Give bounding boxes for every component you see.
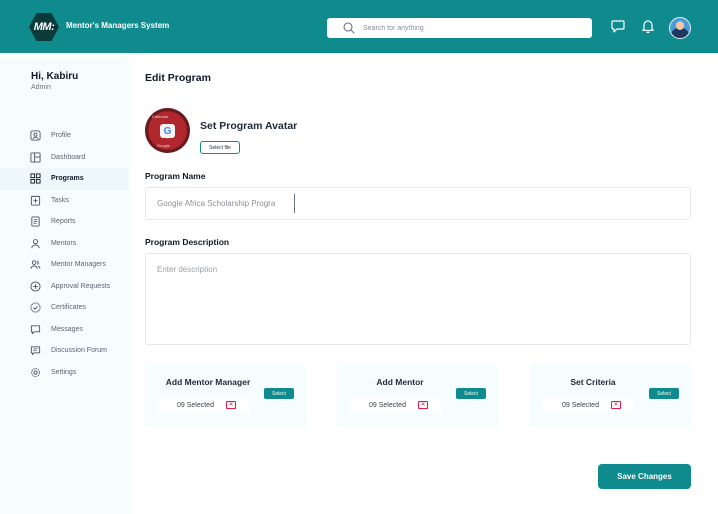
selected-count-pill: 09 Selected ✕ <box>157 398 249 412</box>
selected-count-pill: 09 Selected ✕ <box>542 398 634 412</box>
set-criteria-card: Set Criteria 09 Selected ✕ Select <box>530 363 691 427</box>
sidebar-item-tasks[interactable]: Tasks <box>0 190 129 212</box>
sidebar-item-label: Tasks <box>51 196 69 204</box>
sidebar-item-certificates[interactable]: Certificates <box>0 297 129 319</box>
chat-icon[interactable] <box>610 18 626 34</box>
sidebar-item-dashboard[interactable]: Dashboard <box>0 147 129 169</box>
sidebar: Hi, Kabiru Admin Profile Dashboard Progr… <box>0 53 129 514</box>
selected-count: 09 Selected <box>177 401 214 409</box>
program-description-input[interactable] <box>145 253 691 345</box>
sidebar-item-mentor-managers[interactable]: Mentor Managers <box>0 254 129 276</box>
sidebar-item-settings[interactable]: Settings <box>0 362 129 384</box>
sidebar-item-label: Mentor Managers <box>51 261 106 269</box>
bell-icon[interactable] <box>640 18 656 34</box>
dashboard-icon <box>30 152 41 163</box>
selected-count: 09 Selected <box>369 401 406 409</box>
top-bar: MM: Mentor's Managers System <box>0 0 718 53</box>
program-avatar-image: Calendar G Google <box>145 108 190 153</box>
sidebar-item-approval-requests[interactable]: Approval Requests <box>0 276 129 298</box>
message-icon <box>30 325 41 334</box>
save-changes-button[interactable]: Save Changes <box>598 464 691 489</box>
user-greeting: Hi, Kabiru <box>31 71 79 82</box>
sidebar-item-label: Mentors <box>51 239 77 247</box>
search-input[interactable] <box>363 24 563 32</box>
card-title: Set Criteria <box>570 377 616 387</box>
sidebar-item-label: Discussion Forum <box>51 347 108 355</box>
users-icon <box>30 260 41 270</box>
card-title: Add Mentor <box>376 377 424 387</box>
programs-icon <box>30 173 41 184</box>
sidebar-nav: Profile Dashboard Programs Tasks Reports… <box>0 125 129 383</box>
sidebar-item-label: Certificates <box>51 304 87 312</box>
gear-icon <box>31 367 40 377</box>
search-bar[interactable] <box>327 18 592 38</box>
sidebar-item-programs[interactable]: Programs <box>0 168 129 190</box>
program-name-input[interactable] <box>145 187 691 220</box>
set-avatar-label: Set Program Avatar <box>200 120 298 132</box>
sidebar-item-label: Dashboard <box>51 153 86 161</box>
sidebar-item-label: Settings <box>51 368 77 376</box>
tasks-icon <box>30 195 41 206</box>
user-square-icon <box>30 130 41 141</box>
user-icon <box>31 238 40 248</box>
clear-selection-icon[interactable]: ✕ <box>611 401 621 409</box>
sidebar-item-label: Profile <box>51 132 71 140</box>
avatar-image-text: Google <box>157 143 170 148</box>
logo[interactable]: MM: <box>29 13 59 41</box>
select-file-button[interactable]: Select file <box>200 141 240 154</box>
select-mentor-manager-button[interactable]: Select <box>264 388 294 399</box>
text-caret <box>294 194 295 213</box>
sidebar-item-label: Messages <box>51 325 83 333</box>
program-name-label: Program Name <box>145 171 206 181</box>
sidebar-item-label: Reports <box>51 218 76 226</box>
reports-icon <box>31 216 40 227</box>
clear-selection-icon[interactable]: ✕ <box>418 401 428 409</box>
program-description-label: Program Description <box>145 237 230 247</box>
select-mentor-button[interactable]: Select <box>456 388 486 399</box>
add-mentor-card: Add Mentor 09 Selected ✕ Select <box>337 363 498 427</box>
google-logo-icon: G <box>160 124 175 138</box>
plus-circle-icon <box>30 281 41 292</box>
sidebar-item-mentors[interactable]: Mentors <box>0 233 129 255</box>
badge-check-icon <box>30 302 41 313</box>
search-icon <box>343 22 355 34</box>
sidebar-item-label: Approval Requests <box>51 282 111 290</box>
sidebar-item-discussion-forum[interactable]: Discussion Forum <box>0 340 129 362</box>
selected-count-pill: 09 Selected ✕ <box>349 398 441 412</box>
brand-name: Mentor's Managers System <box>66 21 170 30</box>
user-avatar[interactable] <box>669 17 691 39</box>
select-criteria-button[interactable]: Select <box>649 388 679 399</box>
page-title: Edit Program <box>145 72 211 84</box>
user-role: Admin <box>31 84 51 91</box>
sidebar-item-messages[interactable]: Messages <box>0 319 129 341</box>
forum-icon <box>30 346 41 356</box>
sidebar-item-reports[interactable]: Reports <box>0 211 129 233</box>
avatar-image-text: Calendar <box>152 114 169 119</box>
selected-count: 09 Selected <box>562 401 599 409</box>
card-title: Add Mentor Manager <box>165 377 251 387</box>
add-mentor-manager-card: Add Mentor Manager 09 Selected ✕ Select <box>145 363 306 427</box>
sidebar-item-profile[interactable]: Profile <box>0 125 129 147</box>
logo-text: MM: <box>33 21 55 33</box>
clear-selection-icon[interactable]: ✕ <box>226 401 236 409</box>
sidebar-item-label: Programs <box>51 175 84 183</box>
